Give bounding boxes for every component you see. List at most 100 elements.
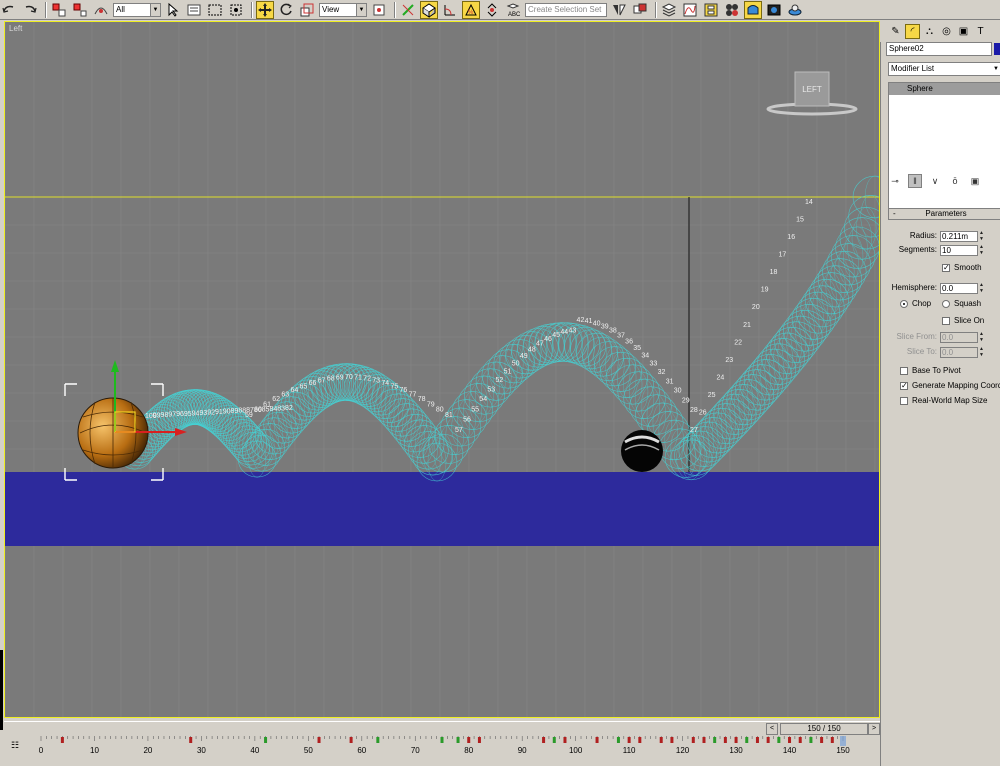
frame-label: 31 — [666, 378, 674, 385]
frame-label: 72 — [363, 376, 371, 383]
select-by-name-button[interactable] — [185, 1, 203, 19]
undo-button[interactable] — [0, 1, 18, 19]
slice-on-label: Slice On — [954, 316, 985, 325]
slice-to-spinner[interactable]: ▲ ▼ — [979, 346, 986, 358]
render-setup-button[interactable] — [744, 0, 762, 19]
select-manipulate-button[interactable] — [399, 1, 417, 19]
trackbar-tick-label: 100 — [569, 746, 583, 755]
layer-manager-button[interactable] — [660, 1, 678, 19]
chop-radio[interactable] — [900, 300, 908, 308]
black-sphere[interactable] — [621, 430, 663, 472]
time-slider-next[interactable]: > — [868, 723, 880, 735]
link-button[interactable] — [50, 1, 68, 19]
spinner-snap-button[interactable] — [483, 1, 501, 19]
viewcube[interactable]: LEFT — [766, 71, 858, 116]
schematic-view-button[interactable] — [702, 1, 720, 19]
trackbar-key — [820, 737, 824, 743]
trackbar-key — [766, 737, 770, 743]
show-end-result-button[interactable]: ‖ — [908, 174, 922, 188]
radius-input[interactable]: 0.211m — [940, 230, 978, 242]
object-name-field[interactable]: Sphere02 — [886, 42, 992, 56]
frame-label: 26 — [699, 409, 707, 416]
edit-named-selection-button[interactable]: ABC — [504, 1, 522, 19]
bind-space-warp-button[interactable] — [92, 1, 110, 19]
named-selection-input[interactable]: Create Selection Set — [525, 2, 607, 17]
rect-region-button[interactable] — [206, 1, 224, 19]
time-slider-frame-label: 150 / 150 — [807, 724, 841, 733]
hemisphere-input[interactable]: 0.0 — [940, 282, 978, 294]
material-editor-button[interactable] — [723, 1, 741, 19]
real-world-checkbox[interactable] — [900, 397, 908, 405]
redo-button[interactable] — [21, 1, 39, 19]
reference-coord-dropdown[interactable]: View ▼ — [319, 2, 367, 17]
stack-item-sphere[interactable]: Sphere — [889, 83, 1000, 95]
select-object-button[interactable] — [164, 1, 182, 19]
parameters-rollout-header[interactable]: - Parameters — [888, 208, 1000, 220]
slice-from-input[interactable]: 0.0 — [940, 331, 978, 343]
trackbar[interactable]: 0 10 20 30 40 50 60 70 80 90 100 110 120 130 140 150 ☷ — [0, 736, 880, 766]
slice-to-input[interactable]: 0.0 — [940, 346, 978, 358]
frame-label: 33 — [649, 361, 657, 368]
radius-spinner[interactable]: ▲ ▼ — [979, 230, 986, 242]
segments-input[interactable]: 10 — [940, 244, 978, 256]
schematic-view-icon — [704, 3, 718, 16]
frame-label: 73 — [372, 377, 380, 384]
viewport-label[interactable]: Left — [9, 24, 23, 33]
frame-label: 57 — [455, 427, 463, 434]
segments-spinner[interactable]: ▲ ▼ — [979, 244, 986, 256]
time-slider[interactable]: < 150 / 150 > — [4, 721, 880, 735]
pin-stack-button[interactable]: ⊸ — [888, 174, 902, 188]
create-tab[interactable]: ✎ — [888, 24, 903, 39]
select-icon — [168, 2, 179, 17]
undo-icon — [2, 5, 14, 13]
frame-label: 36 — [625, 338, 633, 345]
utilities-tab[interactable]: T — [973, 24, 988, 39]
viewport-scene: 14 15 16 17 18 19 20 21 22 23 24 25 26 27 282930313233… — [5, 22, 879, 717]
display-tab[interactable]: ▣ — [956, 24, 971, 39]
smooth-checkbox[interactable]: ✓ — [942, 264, 950, 272]
make-unique-button[interactable]: ∨ — [928, 174, 942, 188]
pivot-center-button[interactable] — [370, 1, 388, 19]
snap-toggle-button[interactable] — [420, 0, 438, 19]
select-manipulate-icon — [402, 3, 414, 16]
angle-snap-button[interactable] — [441, 1, 459, 19]
mirror-button[interactable] — [610, 1, 628, 19]
frame-label: 87 — [246, 407, 254, 414]
key-filter-icon[interactable]: ☷ — [11, 740, 19, 751]
frame-label: 84 — [269, 406, 277, 413]
base-to-pivot-checkbox[interactable] — [900, 367, 908, 375]
hemisphere-spinner[interactable]: ▲ ▼ — [979, 282, 986, 294]
frame-label: 91 — [215, 409, 223, 416]
unlink-button[interactable] — [71, 1, 89, 19]
frame-label: 86 — [254, 407, 262, 414]
select-scale-button[interactable] — [298, 1, 316, 19]
left-viewport[interactable]: 14 15 16 17 18 19 20 21 22 23 24 25 26 27 28 29 30 31 32 33… — [4, 21, 880, 718]
modifier-list-dropdown[interactable]: Modifier List ▼ — [888, 62, 1000, 76]
time-slider-thumb[interactable]: 150 / 150 — [780, 723, 868, 735]
gen-mapping-checkbox[interactable]: ✓ — [900, 382, 908, 390]
hierarchy-tab[interactable]: ⛬ — [922, 24, 937, 39]
select-move-button[interactable] — [256, 0, 274, 19]
object-color-swatch[interactable] — [994, 43, 1000, 55]
frame-label: 38 — [609, 327, 617, 334]
motion-tab[interactable]: ◎ — [939, 24, 954, 39]
percent-snap-button[interactable]: % — [462, 0, 480, 19]
window-crossing-button[interactable] — [227, 1, 245, 19]
modify-tab[interactable]: ◜ — [905, 23, 920, 39]
slice-from-spinner[interactable]: ▲ ▼ — [979, 331, 986, 343]
select-rotate-button[interactable] — [277, 1, 295, 19]
time-slider-prev[interactable]: < — [766, 723, 778, 735]
render-frame-button[interactable] — [765, 1, 783, 19]
rect-region-icon — [208, 4, 222, 15]
curve-editor-button[interactable] — [681, 1, 699, 19]
slice-on-checkbox[interactable] — [942, 317, 950, 325]
quick-render-button[interactable] — [786, 1, 804, 19]
squash-radio[interactable] — [942, 300, 950, 308]
selection-filter-dropdown[interactable]: All ▼ — [113, 2, 161, 17]
align-button[interactable] — [631, 1, 649, 19]
remove-modifier-button[interactable]: ō — [948, 174, 962, 188]
slice-on-row: Slice On — [942, 315, 984, 327]
configure-sets-button[interactable]: ▣ — [968, 174, 982, 188]
toolbar-separator — [251, 1, 253, 18]
frame-label: 24 — [717, 374, 725, 381]
